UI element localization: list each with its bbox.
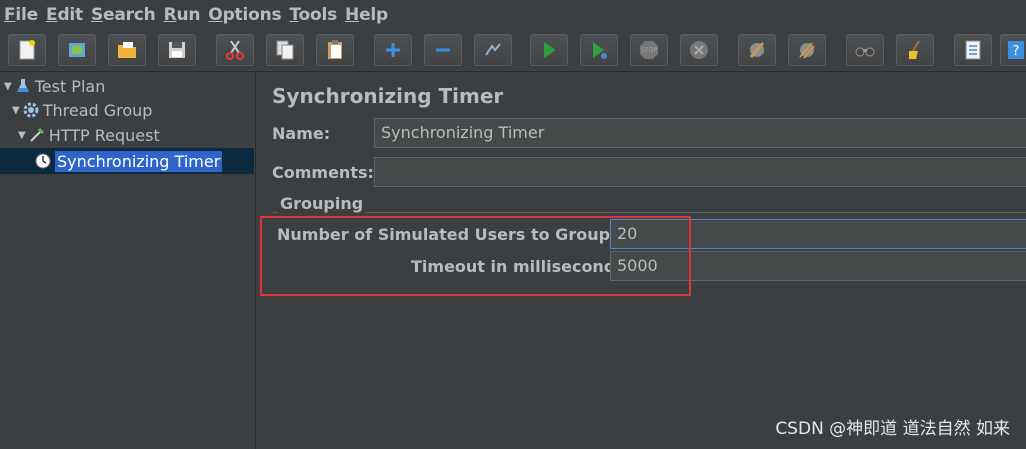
tree-item-thread-group[interactable]: ▼ Thread Group — [12, 98, 152, 122]
broom-icon — [909, 40, 920, 59]
flask-icon — [14, 77, 32, 95]
tree-item-http-request[interactable]: ▼ HTTP Request — [18, 123, 160, 147]
save-button[interactable] — [158, 34, 196, 66]
test-plan-tree: ▼ Test Plan ▼ Thread Group ▼ HTTP Reques… — [0, 72, 256, 449]
cut-button[interactable] — [216, 34, 254, 66]
tree-item-test-plan[interactable]: ▼ Test Plan — [4, 74, 105, 98]
menu-tools[interactable]: Tools — [289, 5, 337, 25]
tree-item-label: Thread Group — [42, 100, 153, 120]
help-icon: ? — [1008, 41, 1024, 59]
menu-file[interactable]: File — [4, 5, 38, 25]
gear-icon — [22, 101, 40, 119]
tree-item-label: HTTP Request — [48, 125, 160, 145]
copy-button[interactable] — [266, 34, 304, 66]
collapse-button[interactable] — [424, 34, 462, 66]
cut-icon — [226, 40, 244, 60]
pipette-icon — [28, 126, 46, 144]
svg-text:?: ? — [1013, 44, 1020, 59]
page-title: Synchronizing Timer — [272, 84, 504, 108]
clear-all-icon — [799, 42, 815, 59]
stopwatch-icon — [34, 152, 52, 170]
copy-icon — [276, 40, 294, 60]
menu-bar: File Edit Search Run Options Tools Help — [0, 0, 1026, 30]
function-helper-button[interactable] — [954, 34, 992, 66]
tree-item-synchronizing-timer[interactable]: Synchronizing Timer — [34, 149, 223, 173]
tree-item-label: Synchronizing Timer — [55, 150, 223, 172]
start-icon — [544, 42, 556, 58]
expand-arrow-icon[interactable]: ▼ — [18, 130, 26, 141]
stop-button[interactable]: STOP — [630, 34, 668, 66]
paste-button[interactable] — [316, 34, 354, 66]
shutdown-button[interactable] — [680, 34, 718, 66]
expand-button[interactable] — [374, 34, 412, 66]
templates-button[interactable] — [58, 34, 96, 66]
expand-arrow-icon[interactable]: ▼ — [4, 81, 12, 92]
menu-run[interactable]: Run — [164, 5, 201, 25]
grouping-title: Grouping — [278, 194, 366, 213]
tree-item-label: Test Plan — [34, 76, 106, 96]
new-icon — [19, 40, 35, 60]
clear-all-button[interactable] — [788, 34, 826, 66]
expand-arrow-icon[interactable]: ▼ — [12, 105, 20, 116]
toggle-icon — [485, 43, 501, 56]
function-helper-icon — [965, 40, 981, 60]
start-no-pauses-button[interactable] — [580, 34, 618, 66]
clear-icon — [749, 42, 765, 58]
reset-search-button[interactable] — [896, 34, 934, 66]
binoculars-icon — [855, 47, 875, 57]
open-button[interactable] — [108, 34, 146, 66]
new-button[interactable] — [8, 34, 46, 66]
open-icon — [118, 42, 136, 58]
menu-edit[interactable]: Edit — [46, 5, 83, 25]
svg-text:STOP: STOP — [641, 47, 657, 54]
comments-field[interactable] — [374, 157, 1026, 187]
watermark: CSDN @神即道 道法自然 如来 — [775, 419, 1010, 439]
clear-button[interactable] — [738, 34, 776, 66]
save-icon — [169, 42, 185, 58]
name-field[interactable]: Synchronizing Timer — [374, 118, 1026, 148]
menu-help[interactable]: Help — [345, 5, 388, 25]
start-button[interactable] — [530, 34, 568, 66]
menu-search[interactable]: Search — [91, 5, 156, 25]
paste-icon — [328, 40, 342, 59]
collapse-icon — [436, 48, 450, 52]
expand-icon — [386, 43, 400, 57]
templates-icon — [69, 43, 85, 57]
toolbar: STOP ? — [0, 30, 1026, 72]
shutdown-icon — [690, 41, 708, 59]
help-button[interactable]: ? — [1000, 34, 1026, 66]
name-label: Name: — [272, 124, 331, 143]
search-button[interactable] — [846, 34, 884, 66]
start-no-pauses-icon — [593, 42, 607, 59]
comments-label: Comments: — [272, 163, 374, 182]
stop-icon: STOP — [640, 41, 658, 59]
highlight-annotation-box — [260, 216, 691, 296]
toggle-button[interactable] — [474, 34, 512, 66]
menu-options[interactable]: Options — [208, 5, 281, 25]
